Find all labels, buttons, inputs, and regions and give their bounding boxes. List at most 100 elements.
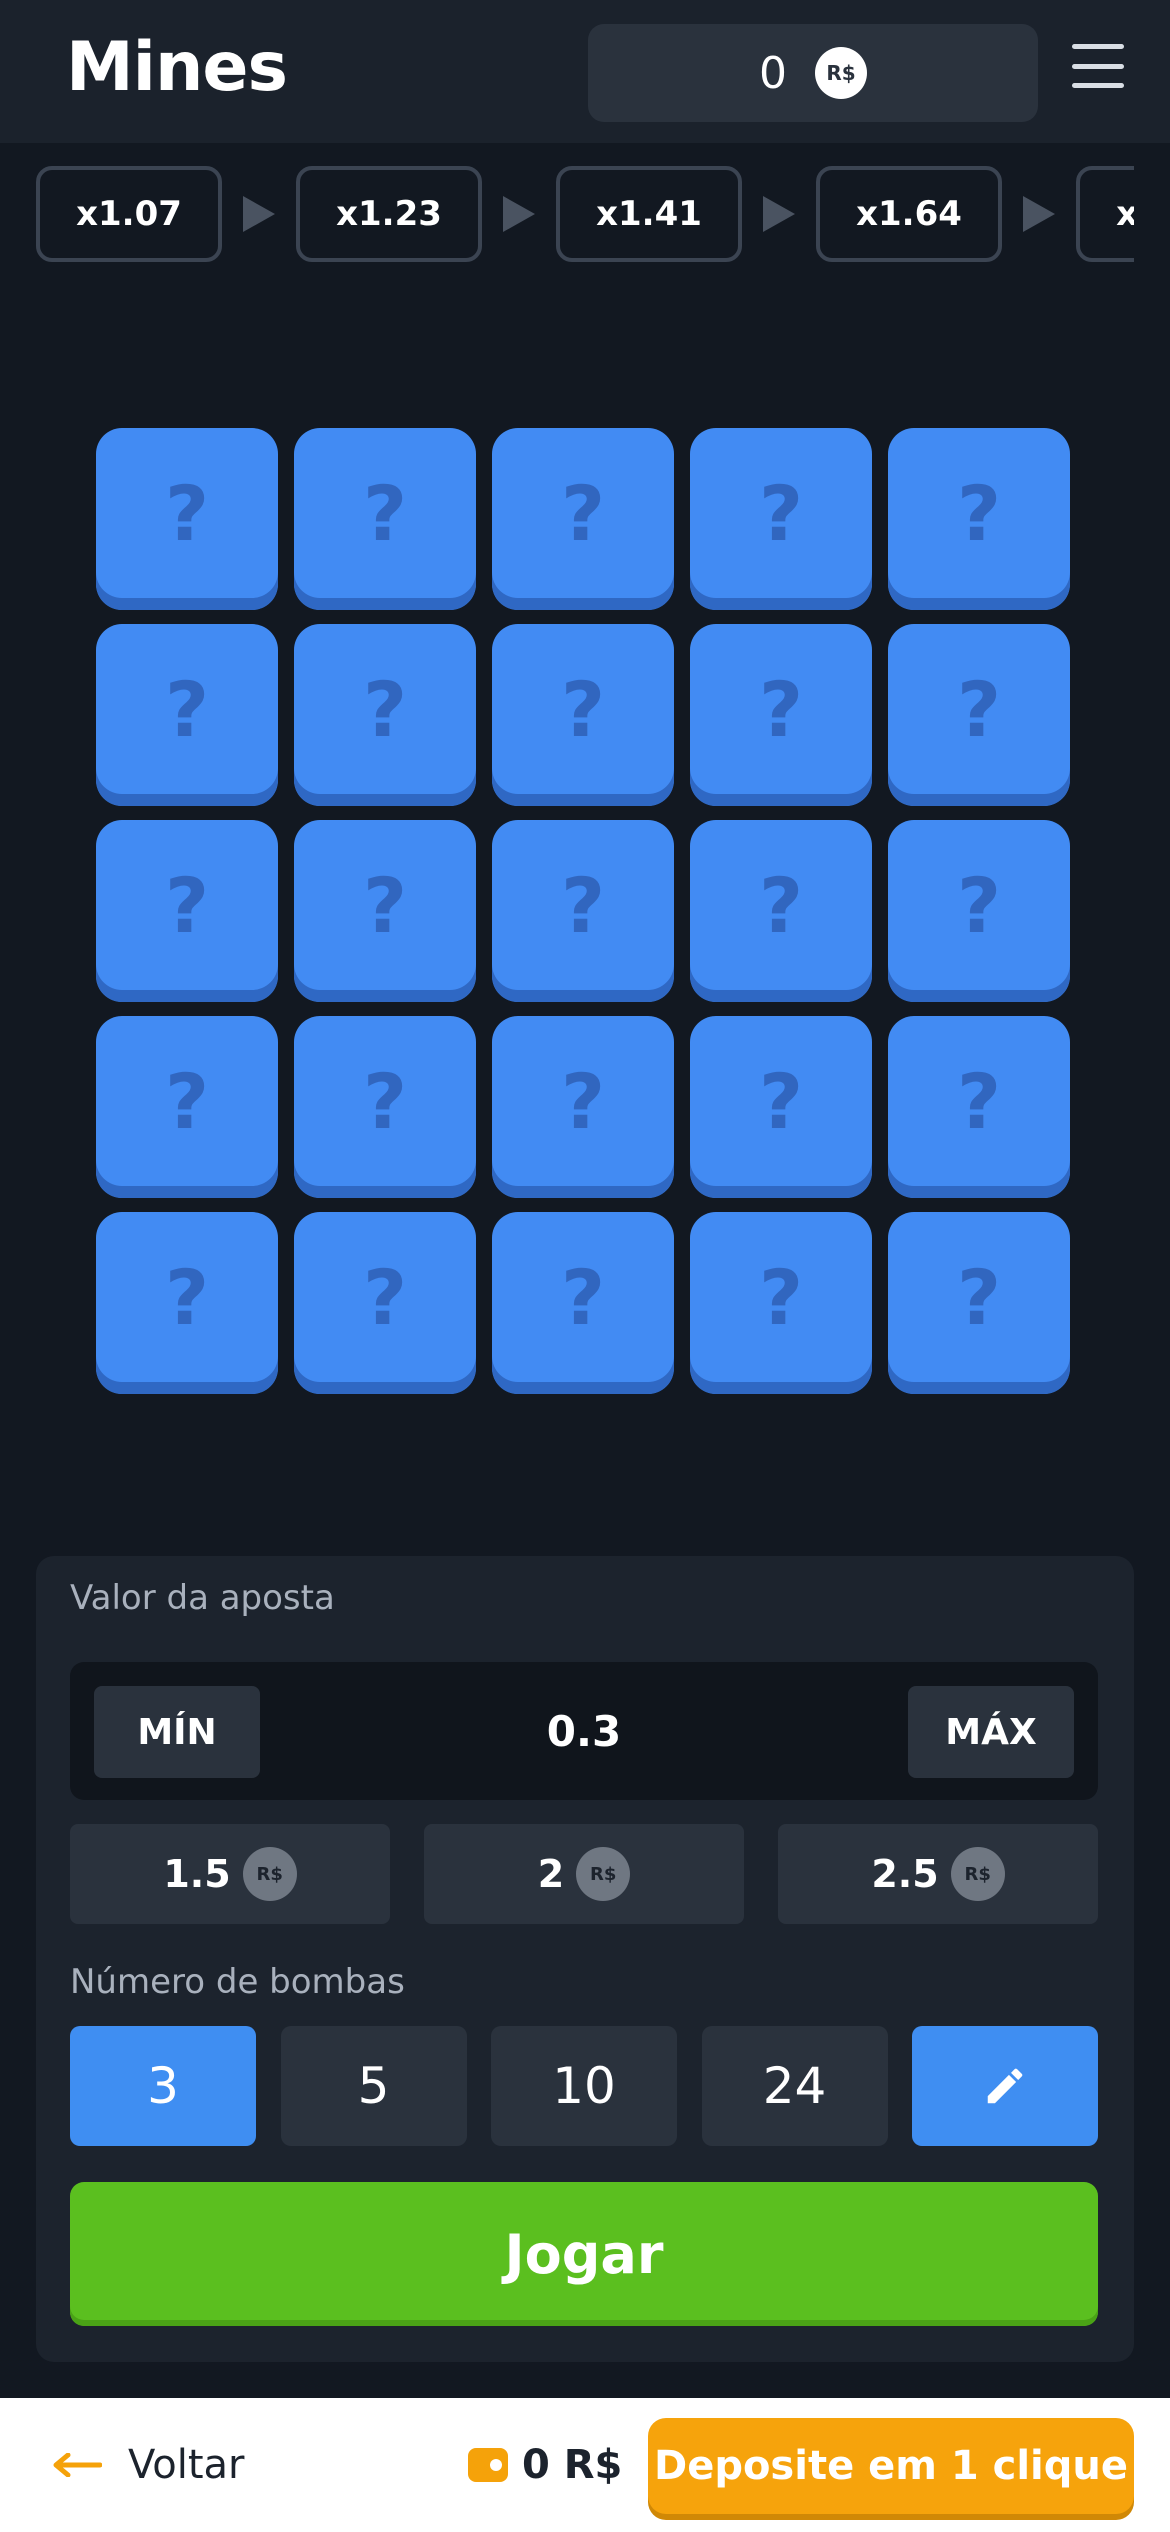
wallet-icon [468, 2448, 508, 2482]
mine-tile[interactable]: ? [96, 1016, 278, 1198]
bombs-option-10[interactable]: 10 [491, 2026, 677, 2146]
currency-coin-icon: R$ [815, 47, 867, 99]
mine-tile[interactable]: ? [492, 1016, 674, 1198]
quick-bet-button[interactable]: 2 R$ [424, 1824, 744, 1924]
mine-tile[interactable]: ? [690, 624, 872, 806]
quick-bet-amount: 1.5 [163, 1852, 231, 1896]
mine-tile[interactable]: ? [690, 1212, 872, 1394]
question-mark-icon: ? [560, 1056, 606, 1146]
currency-coin-icon: R$ [242, 1847, 297, 1901]
mine-tile[interactable]: ? [294, 1212, 476, 1394]
bet-amount-row: MÍN 0.3 MÁX [70, 1662, 1098, 1800]
mine-tile[interactable]: ? [690, 820, 872, 1002]
pencil-icon [987, 2068, 1023, 2104]
chevron-right-icon [482, 166, 556, 262]
question-mark-icon: ? [164, 1252, 210, 1342]
mine-tile[interactable]: ? [888, 820, 1070, 1002]
question-mark-icon: ? [956, 1252, 1002, 1342]
question-mark-icon: ? [560, 1252, 606, 1342]
question-mark-icon: ? [956, 860, 1002, 950]
chevron-right-icon [222, 166, 296, 262]
multiplier-chip: x1.23 [296, 166, 482, 262]
currency-coin-icon: R$ [576, 1847, 631, 1901]
chevron-right-icon [742, 166, 816, 262]
mine-tile[interactable]: ? [492, 428, 674, 610]
multiplier-chip: x1.64 [816, 166, 1002, 262]
multiplier-chip: x1.92 [1076, 166, 1134, 262]
balance-display[interactable]: 0 R$ [588, 24, 1038, 122]
question-mark-icon: ? [362, 664, 408, 754]
mine-tile[interactable]: ? [888, 1016, 1070, 1198]
question-mark-icon: ? [758, 1056, 804, 1146]
mine-tile[interactable]: ? [96, 428, 278, 610]
question-mark-icon: ? [560, 664, 606, 754]
mine-tile[interactable]: ? [294, 428, 476, 610]
question-mark-icon: ? [164, 860, 210, 950]
mine-tile[interactable]: ? [690, 428, 872, 610]
mine-tile[interactable]: ? [294, 1016, 476, 1198]
bombs-option-3[interactable]: 3 [70, 2026, 256, 2146]
mine-tile[interactable]: ? [492, 624, 674, 806]
question-mark-icon: ? [758, 860, 804, 950]
bombs-count-label: Número de bombas [70, 1962, 405, 2002]
footer-balance: 0 R$ [468, 2398, 622, 2532]
bet-amount-input[interactable]: 0.3 [270, 1662, 898, 1800]
quick-bet-button[interactable]: 2.5 R$ [778, 1824, 1098, 1924]
play-button[interactable]: Jogar [70, 2182, 1098, 2326]
mine-tile[interactable]: ? [690, 1016, 872, 1198]
mine-tile[interactable]: ? [888, 428, 1070, 610]
question-mark-icon: ? [758, 664, 804, 754]
bombs-option-5[interactable]: 5 [280, 2026, 467, 2146]
deposit-button[interactable]: Deposite em 1 clique [648, 2418, 1134, 2514]
mine-tile[interactable]: ? [888, 1212, 1070, 1394]
question-mark-icon: ? [164, 664, 210, 754]
custom-bombs-button[interactable] [912, 2026, 1098, 2146]
mine-tile[interactable]: ? [492, 820, 674, 1002]
bombs-option-24[interactable]: 24 [701, 2026, 888, 2146]
mines-grid: ????????????????????????? [96, 428, 1070, 1394]
multiplier-strip[interactable]: x1.07 x1.23 x1.41 x1.64 x1.92 [36, 166, 1134, 262]
max-bet-button[interactable]: MÁX [908, 1686, 1074, 1778]
mine-tile[interactable]: ? [96, 820, 278, 1002]
multiplier-chip: x1.41 [556, 166, 742, 262]
bombs-options-row: 3 5 10 24 [70, 2026, 1098, 2146]
quick-bet-amount: 2.5 [871, 1852, 939, 1896]
bottom-bar: Voltar 0 R$ Deposite em 1 clique [0, 2398, 1170, 2532]
app-title: Mines [66, 28, 288, 107]
question-mark-icon: ? [956, 468, 1002, 558]
quick-bet-amount: 2 [537, 1852, 565, 1896]
question-mark-icon: ? [956, 664, 1002, 754]
question-mark-icon: ? [956, 1056, 1002, 1146]
question-mark-icon: ? [560, 860, 606, 950]
multiplier-chip: x1.07 [36, 166, 222, 262]
min-bet-button[interactable]: MÍN [94, 1686, 260, 1778]
mine-tile[interactable]: ? [294, 624, 476, 806]
hamburger-menu-icon[interactable] [1072, 44, 1124, 88]
mine-tile[interactable]: ? [96, 1212, 278, 1394]
mine-tile[interactable]: ? [492, 1212, 674, 1394]
top-bar: Mines 0 R$ [0, 0, 1170, 143]
mine-tile[interactable]: ? [888, 624, 1070, 806]
question-mark-icon: ? [758, 468, 804, 558]
question-mark-icon: ? [362, 1056, 408, 1146]
bet-amount-label: Valor da aposta [70, 1578, 335, 1618]
chevron-right-icon [1002, 166, 1076, 262]
balance-value: 0 [759, 47, 787, 99]
back-label: Voltar [128, 2442, 245, 2488]
arrow-left-icon [53, 2453, 102, 2477]
question-mark-icon: ? [362, 860, 408, 950]
quick-bet-row: 1.5 R$ 2 R$ 2.5 R$ [70, 1824, 1098, 1924]
back-link[interactable]: Voltar [52, 2398, 244, 2532]
mine-tile[interactable]: ? [96, 624, 278, 806]
question-mark-icon: ? [758, 1252, 804, 1342]
question-mark-icon: ? [560, 468, 606, 558]
currency-coin-icon: R$ [950, 1847, 1005, 1901]
mine-tile[interactable]: ? [294, 820, 476, 1002]
bet-panel: Valor da aposta MÍN 0.3 MÁX 1.5 R$ 2 R$ 2.5 R… [36, 1556, 1134, 2362]
question-mark-icon: ? [362, 1252, 408, 1342]
footer-balance-value: 0 R$ [522, 2442, 623, 2488]
quick-bet-button[interactable]: 1.5 R$ [70, 1824, 390, 1924]
question-mark-icon: ? [164, 1056, 210, 1146]
question-mark-icon: ? [362, 468, 408, 558]
question-mark-icon: ? [164, 468, 210, 558]
